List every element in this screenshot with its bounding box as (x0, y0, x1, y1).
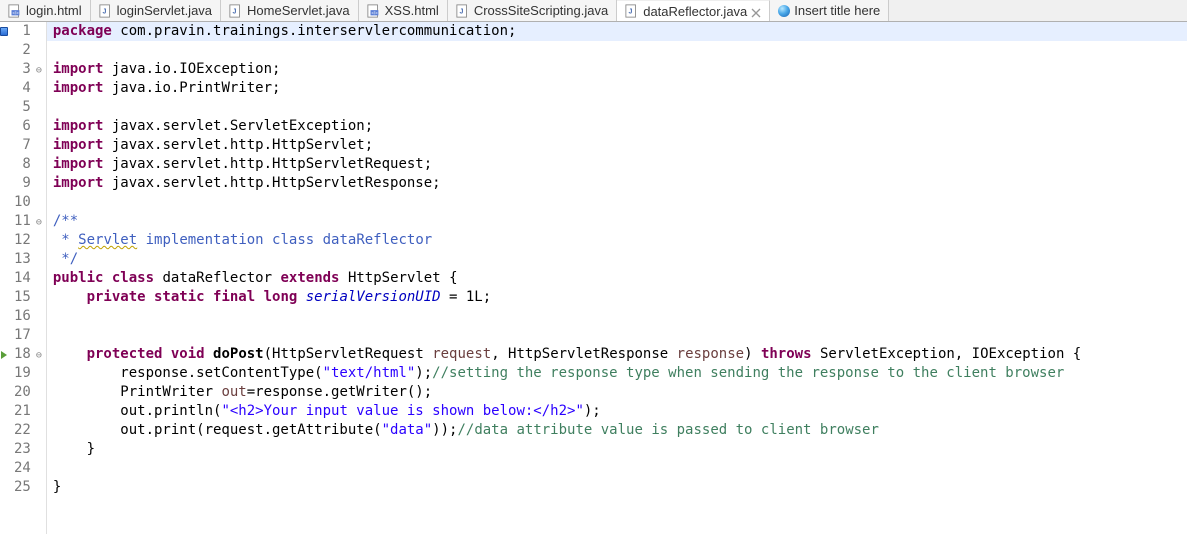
line-number: 11⊖ (14, 212, 42, 231)
html-file-icon: </> (367, 4, 381, 18)
line-number: 8 (14, 155, 42, 174)
code-line: */ (53, 250, 1181, 269)
code-line: import java.io.IOException; (53, 60, 1181, 79)
code-line: import javax.servlet.http.HttpServlet; (53, 136, 1181, 155)
line-number: 9 (14, 174, 42, 193)
line-number: 2 (14, 41, 42, 60)
svg-text:</>: </> (371, 10, 378, 15)
tab-label: Insert title here (794, 3, 880, 18)
line-number: 3⊖ (14, 60, 42, 79)
html-file-icon: </> (8, 4, 22, 18)
java-file-icon: J (456, 4, 470, 18)
code-line (53, 459, 1181, 478)
code-line: /** (53, 212, 1181, 231)
override-icon[interactable] (1, 351, 7, 359)
code-line: } (53, 478, 1181, 497)
editor-tab-6[interactable]: Insert title here (770, 0, 889, 21)
code-line: import java.io.PrintWriter; (53, 79, 1181, 98)
line-number: 1 (14, 22, 42, 41)
editor-tab-0[interactable]: </> login.html (0, 0, 91, 21)
code-editor[interactable]: 123⊖4567891011⊖12131415161718⊖1920212223… (0, 22, 1187, 534)
globe-icon (778, 5, 790, 17)
code-line: * Servlet implementation class dataRefle… (53, 231, 1181, 250)
tab-label: HomeServlet.java (247, 3, 350, 18)
bookmark-icon[interactable] (0, 27, 8, 36)
tab-label: dataReflector.java (643, 4, 747, 19)
code-line: PrintWriter out=response.getWriter(); (53, 383, 1181, 402)
code-line: } (53, 440, 1181, 459)
tab-label: CrossSiteScripting.java (474, 3, 608, 18)
code-line: out.println("<h2>Your input value is sho… (53, 402, 1181, 421)
line-number: 14 (14, 269, 42, 288)
line-number: 12 (14, 231, 42, 250)
line-number-gutter: 123⊖4567891011⊖12131415161718⊖1920212223… (8, 22, 47, 534)
code-line (53, 98, 1181, 117)
code-area[interactable]: package com.pravin.trainings.interservle… (47, 22, 1187, 534)
editor-tab-3[interactable]: </> XSS.html (359, 0, 448, 21)
editor-tab-bar: </>login.htmlJloginServlet.javaJHomeServ… (0, 0, 1187, 22)
code-line: import javax.servlet.http.HttpServletReq… (53, 155, 1181, 174)
code-line: import javax.servlet.ServletException; (53, 117, 1181, 136)
code-line (53, 193, 1181, 212)
java-file-icon: J (99, 4, 113, 18)
svg-text:J: J (102, 8, 106, 15)
editor-tab-5[interactable]: JdataReflector.java (617, 0, 770, 21)
line-number: 15 (14, 288, 42, 307)
code-line: public class dataReflector extends HttpS… (53, 269, 1181, 288)
line-number: 13 (14, 250, 42, 269)
line-number: 5 (14, 98, 42, 117)
line-number: 16 (14, 307, 42, 326)
editor-tab-1[interactable]: JloginServlet.java (91, 0, 221, 21)
editor-tab-4[interactable]: J CrossSiteScripting.java (448, 0, 617, 21)
svg-text:J: J (629, 9, 633, 16)
fold-icon[interactable]: ⊖ (32, 61, 42, 80)
line-number: 17 (14, 326, 42, 345)
line-number: 7 (14, 136, 42, 155)
line-number: 25 (14, 478, 42, 497)
java-file-icon: J (229, 4, 243, 18)
code-line: import javax.servlet.http.HttpServletRes… (53, 174, 1181, 193)
svg-text:</>: </> (12, 10, 19, 15)
line-number: 19 (14, 364, 42, 383)
tab-label: XSS.html (385, 3, 439, 18)
code-line (53, 307, 1181, 326)
code-line: protected void doPost(HttpServletRequest… (53, 345, 1181, 364)
code-line: private static final long serialVersionU… (53, 288, 1181, 307)
tab-label: loginServlet.java (117, 3, 212, 18)
code-line (53, 41, 1181, 60)
line-number: 23 (14, 440, 42, 459)
line-number: 22 (14, 421, 42, 440)
line-number: 4 (14, 79, 42, 98)
tab-label: login.html (26, 3, 82, 18)
line-number: 10 (14, 193, 42, 212)
code-line: package com.pravin.trainings.interservle… (47, 22, 1187, 41)
fold-icon[interactable]: ⊖ (32, 213, 42, 232)
java-file-icon: J (625, 4, 639, 18)
marker-gutter (0, 22, 8, 534)
svg-text:J: J (459, 8, 463, 15)
line-number: 21 (14, 402, 42, 421)
editor-tab-2[interactable]: J HomeServlet.java (221, 0, 359, 21)
line-number: 24 (14, 459, 42, 478)
code-line (53, 326, 1181, 345)
code-line: out.print(request.getAttribute("data"));… (53, 421, 1181, 440)
svg-text:J: J (233, 8, 237, 15)
fold-icon[interactable]: ⊖ (32, 346, 42, 365)
line-number: 20 (14, 383, 42, 402)
close-icon[interactable] (751, 6, 761, 16)
line-number: 18⊖ (14, 345, 42, 364)
line-number: 6 (14, 117, 42, 136)
code-line: response.setContentType("text/html");//s… (53, 364, 1181, 383)
